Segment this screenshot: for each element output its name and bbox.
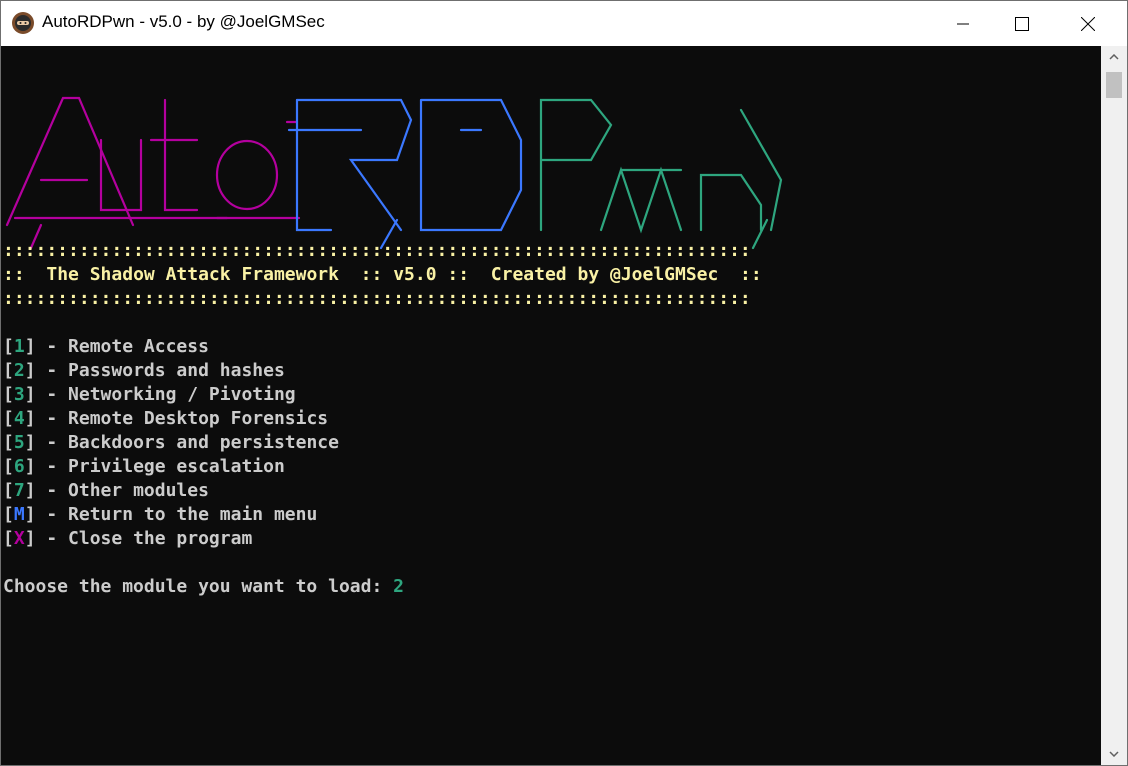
prompt-input-value[interactable]: 2 [393, 576, 404, 597]
console-text: ::::::::::::::::::::::::::::::::::::::::… [3, 46, 762, 597]
autordpwn-logo [5, 96, 783, 250]
framework-name: The Shadow Attack Framework [46, 264, 339, 285]
vertical-scrollbar[interactable] [1101, 46, 1127, 765]
menu-item: [2] - Passwords and hashes [3, 360, 285, 381]
close-icon [1081, 16, 1095, 31]
maximize-button[interactable] [999, 1, 1045, 46]
menu-item: [4] - Remote Desktop Forensics [3, 408, 329, 429]
minimize-button[interactable] [940, 1, 986, 46]
arrow-down-icon [1109, 751, 1119, 757]
console-output[interactable]: ::::::::::::::::::::::::::::::::::::::::… [1, 46, 1101, 765]
author-label: Created by @JoelGMSec [490, 264, 719, 285]
menu-item: [X] - Close the program [3, 528, 253, 549]
menu-item: [5] - Backdoors and persistence [3, 432, 339, 453]
menu-item: [6] - Privilege escalation [3, 456, 285, 477]
minimize-icon [957, 23, 969, 24]
menu-item: [M] - Return to the main menu [3, 504, 318, 525]
arrow-up-icon [1109, 54, 1119, 60]
title-bar[interactable]: AutoRDPwn - v5.0 - by @JoelGMSec [1, 1, 1127, 46]
prompt-text: Choose the module you want to load: [3, 576, 383, 597]
module-prompt[interactable]: Choose the module you want to load: 2 [3, 575, 404, 599]
console-window: AutoRDPwn - v5.0 - by @JoelGMSec:::::::… [0, 0, 1128, 766]
scroll-up-button[interactable] [1101, 46, 1127, 68]
version-label: v5.0 [393, 264, 437, 285]
scroll-thumb[interactable] [1106, 72, 1122, 98]
menu-item: [7] - Other modules [3, 480, 209, 501]
header-divider-bottom: ::::::::::::::::::::::::::::::::::::::::… [3, 288, 751, 309]
header-divider-top: ::::::::::::::::::::::::::::::::::::::::… [3, 240, 751, 261]
window-title: AutoRDPwn - v5.0 - by @JoelGMSec [42, 12, 325, 31]
scroll-down-button[interactable] [1101, 743, 1127, 765]
menu-item: [3] - Networking / Pivoting [3, 384, 296, 405]
ninja-avatar-icon [12, 12, 34, 34]
menu-item: [1] - Remote Access [3, 336, 209, 357]
maximize-icon [1015, 16, 1029, 31]
header-line: :: The Shadow Attack Framework :: v5.0 :… [3, 264, 762, 285]
close-button[interactable] [1065, 1, 1111, 46]
